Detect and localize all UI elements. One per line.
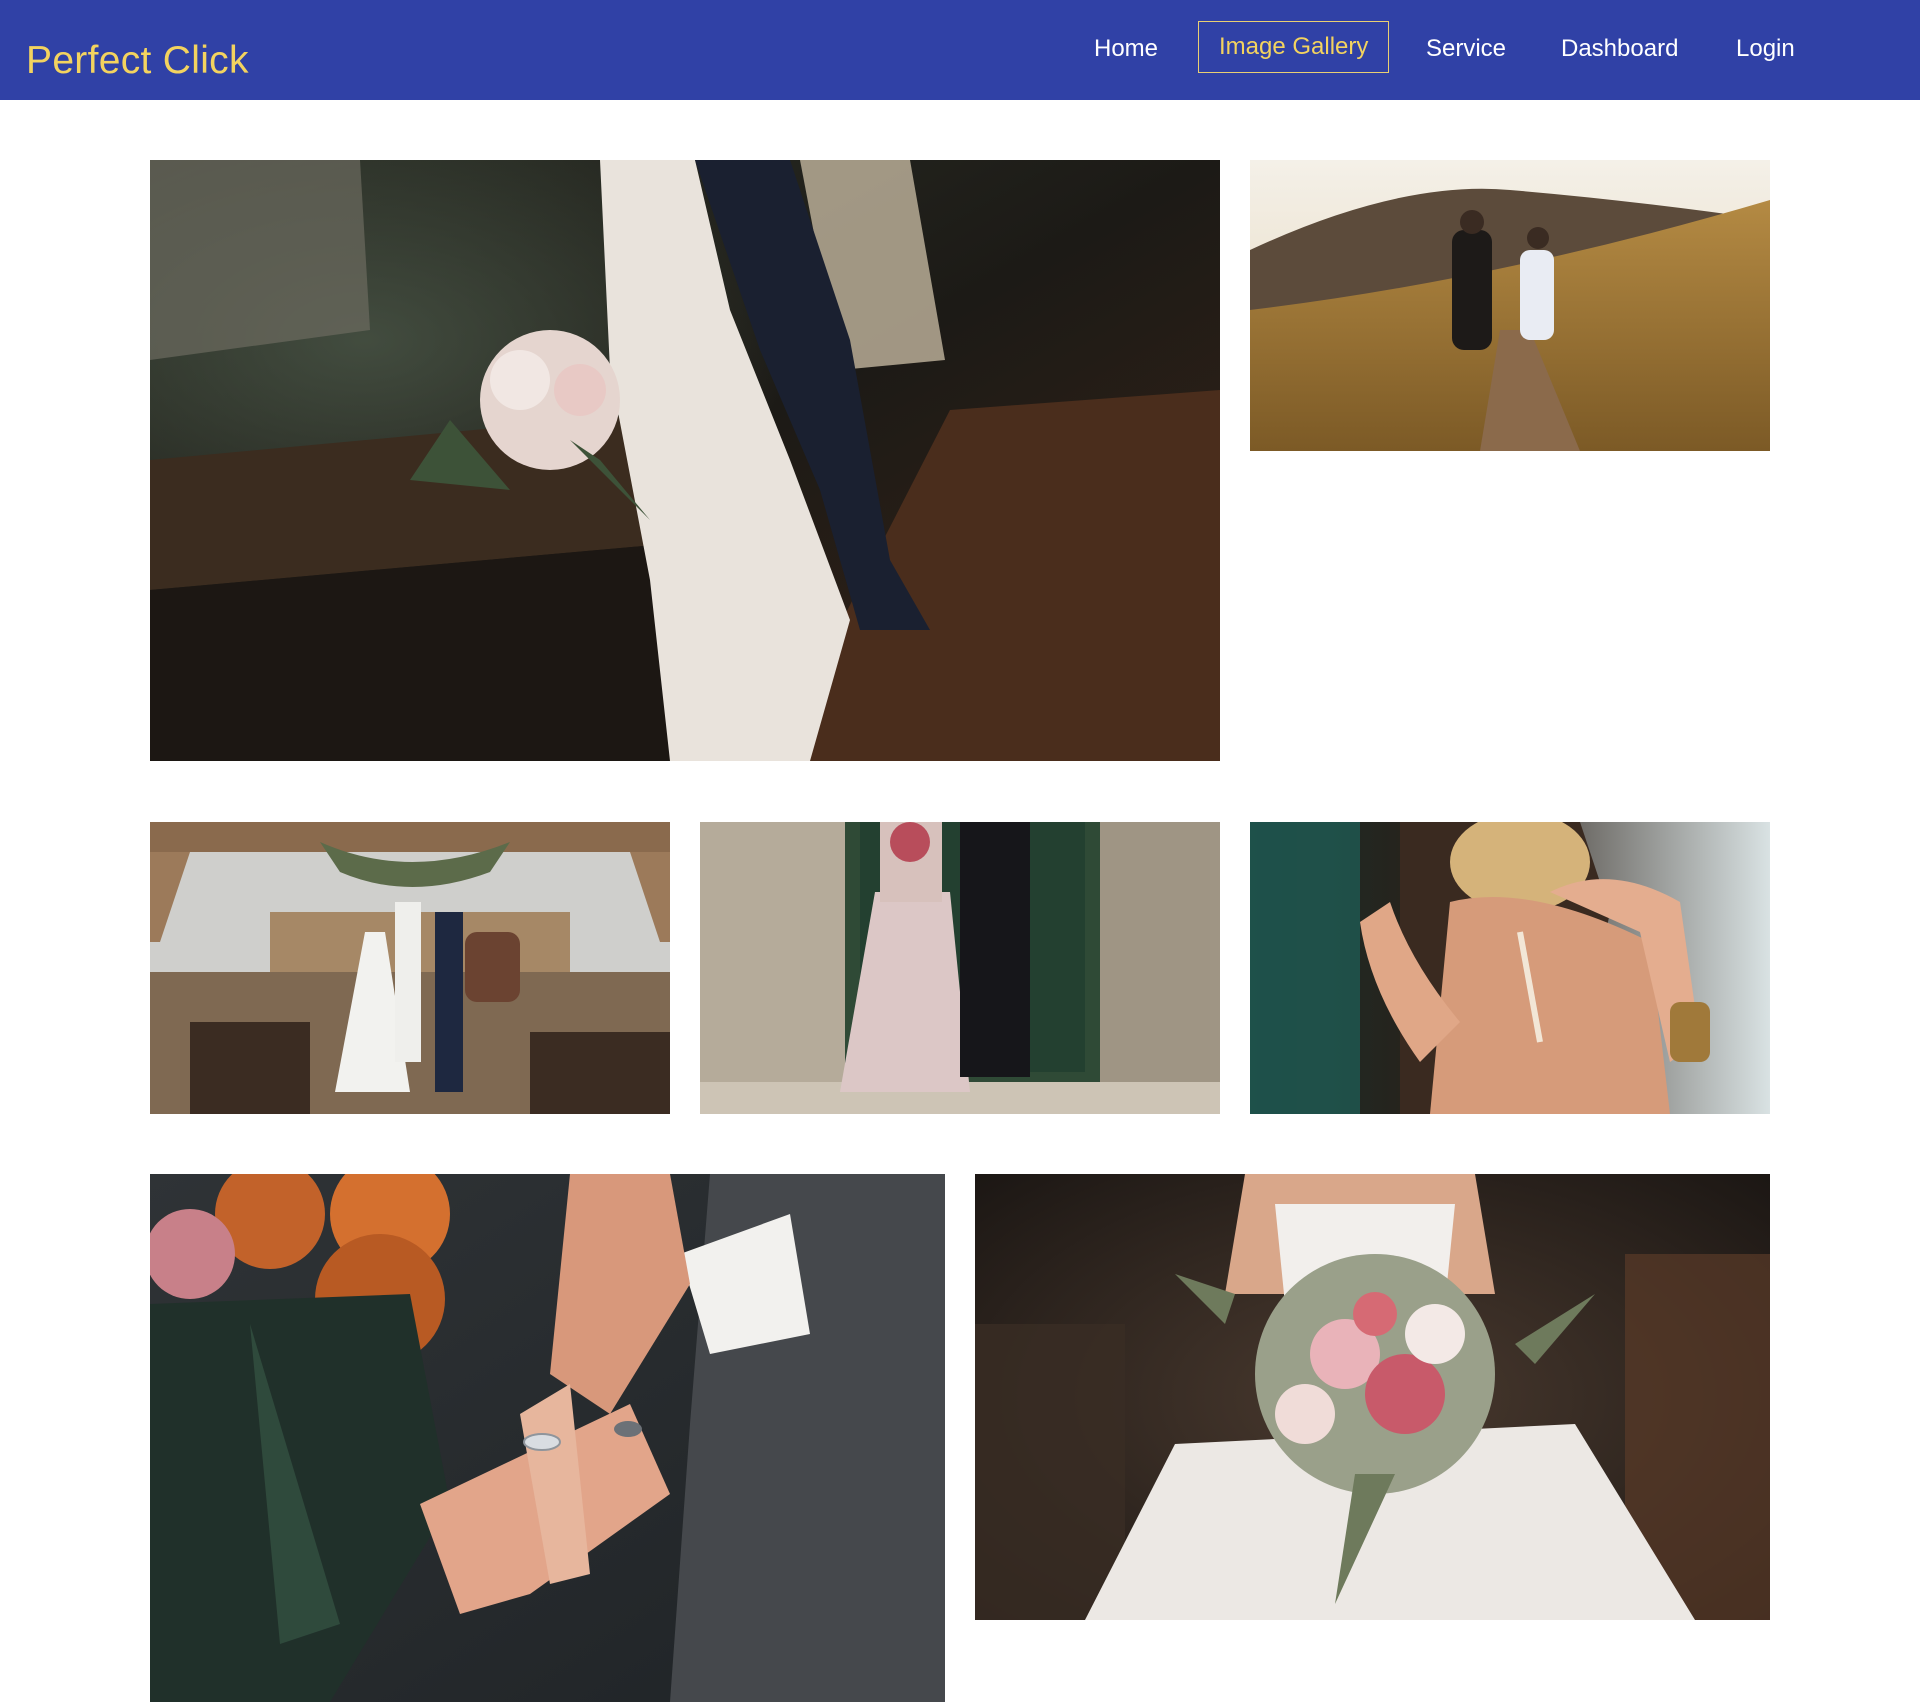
ceremony-image <box>150 822 670 1114</box>
gallery-photo-couple-steps[interactable] <box>150 160 1220 761</box>
top-navbar: Perfect Click Home Image Gallery Service… <box>0 0 1920 100</box>
gallery-photo-ceremony[interactable] <box>150 822 670 1114</box>
gallery-photo-hair-styling[interactable] <box>1250 822 1770 1114</box>
gallery-photo-bridal-bouquet[interactable] <box>975 1174 1770 1620</box>
brand-logo[interactable]: Perfect Click <box>26 38 249 84</box>
nav-image-gallery[interactable]: Image Gallery <box>1198 21 1390 73</box>
hillside-walk-image <box>1250 160 1770 451</box>
nav-login[interactable]: Login <box>1736 33 1795 65</box>
gallery-photo-rings-hands[interactable] <box>150 1174 945 1702</box>
hair-styling-image <box>1250 822 1770 1114</box>
bridal-bouquet-image <box>975 1174 1770 1620</box>
nav-service[interactable]: Service <box>1426 33 1506 65</box>
rings-hands-image <box>150 1174 945 1702</box>
gallery-photo-hillside-walk[interactable] <box>1250 160 1770 451</box>
nav-dashboard[interactable]: Dashboard <box>1561 33 1678 65</box>
stone-doorway-image <box>700 822 1220 1114</box>
nav-home[interactable]: Home <box>1094 33 1158 65</box>
couple-steps-image <box>150 160 1220 761</box>
gallery-photo-stone-doorway[interactable] <box>700 822 1220 1114</box>
